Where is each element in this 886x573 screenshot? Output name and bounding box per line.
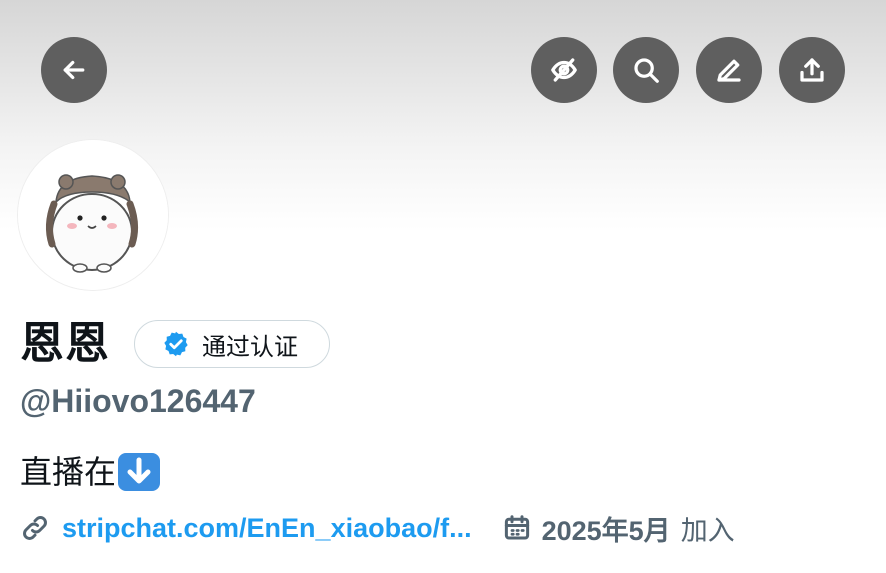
pencil-icon	[717, 59, 741, 82]
avatar-image	[18, 140, 168, 290]
search-button[interactable]	[613, 37, 679, 103]
arrow-left-icon	[63, 60, 85, 80]
bio-text: 直播在	[20, 454, 117, 490]
username-handle: @Hiiovo126447	[20, 383, 256, 419]
join-suffix: 加入	[680, 515, 735, 546]
search-icon	[634, 58, 659, 83]
profile-meta-row: stripchat.com/EnEn_xiaobao/f... 2025年5月 …	[20, 508, 735, 548]
display-name: 恩恩	[20, 319, 110, 368]
verified-label: 通过认证	[202, 333, 298, 361]
edit-button[interactable]	[696, 37, 762, 103]
share-upload-icon	[800, 58, 824, 82]
eye-slash-icon	[551, 58, 577, 82]
back-button[interactable]	[41, 37, 107, 103]
down-arrow-emoji-icon	[118, 453, 161, 491]
verified-check-icon	[164, 331, 188, 357]
share-button[interactable]	[779, 37, 845, 103]
profile-link[interactable]: stripchat.com/EnEn_xiaobao/f...	[62, 513, 472, 544]
verified-badge[interactable]: 通过认证	[134, 320, 330, 368]
calendar-icon	[504, 515, 529, 540]
hide-button[interactable]	[531, 37, 597, 103]
avatar[interactable]	[18, 140, 168, 290]
bio: 直播在	[20, 452, 161, 492]
join-date: 2025年5月	[541, 515, 671, 546]
link-icon	[23, 516, 47, 540]
